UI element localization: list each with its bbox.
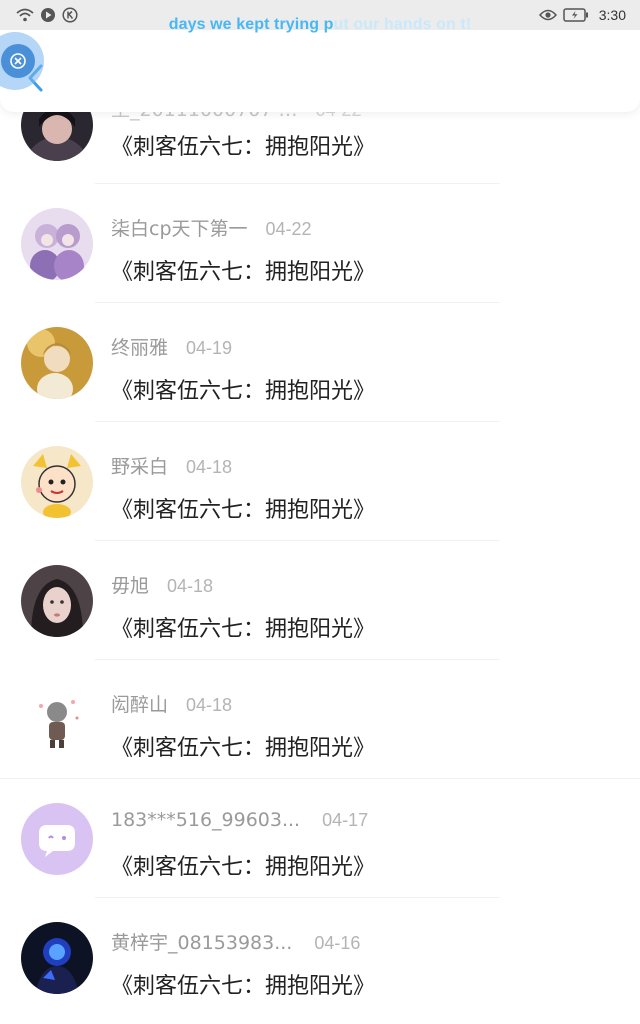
comment-title[interactable]: 《刺客伍六七：拥抱阳光》 [111,849,375,881]
comment-item[interactable]: 野采白 04-18 《刺客伍六七：拥抱阳光》 [0,422,640,541]
user-avatar[interactable] [21,327,93,399]
user-avatar[interactable] [21,208,93,280]
comment-item[interactable]: 柒白cp天下第一 04-22 《刺客伍六七：拥抱阳光》 [0,184,640,303]
username[interactable]: 终丽雅 [111,333,168,360]
floating-lyric: days we kept trying put our hands on t! [0,16,640,34]
comment-title[interactable]: 《刺客伍六七：拥抱阳光》 [111,968,375,1000]
username[interactable]: 野采白 [111,452,168,479]
username[interactable]: 183***516_99603... [111,809,300,831]
comment-date: 04-18 [167,576,214,596]
lyric-bright-text: days we kept trying p [168,16,334,33]
comment-date: 04-22 [265,219,312,239]
comment-title[interactable]: 《刺客伍六七：拥抱阳光》 [111,730,375,762]
user-avatar[interactable] [21,684,93,756]
comment-item[interactable]: 终丽雅 04-19 《刺客伍六七：拥抱阳光》 [0,303,640,422]
user-avatar[interactable] [21,803,93,875]
comment-title[interactable]: 《刺客伍六七：拥抱阳光》 [111,254,375,286]
close-circle-icon[interactable] [1,44,35,78]
comment-title[interactable]: 《刺客伍六七：拥抱阳光》 [111,611,375,643]
username[interactable]: 毋旭 [111,571,149,598]
comment-title[interactable]: 《刺客伍六七：拥抱阳光》 [111,373,375,405]
lyric-faded-text: ut our hands on t! [333,16,472,33]
comment-date: 04-19 [186,338,233,358]
comment-list[interactable]: 王_20111000707 … 04-22 《刺客伍六七：拥抱阳光》 [0,0,640,1024]
username[interactable]: 柒白cp天下第一 [111,214,248,241]
username[interactable]: 黄梓宇_08153983... [111,928,292,955]
user-avatar[interactable] [21,446,93,518]
comment-date: 04-18 [186,695,233,715]
comment-date: 04-16 [314,933,361,953]
comment-item[interactable]: 183***516_99603... 04-17 《刺客伍六七：拥抱阳光》 [0,779,640,898]
top-navigation-bar [0,30,640,112]
comment-date: 04-17 [322,810,369,830]
user-avatar[interactable] [21,565,93,637]
user-avatar[interactable] [21,922,93,994]
comment-title[interactable]: 《刺客伍六七：拥抱阳光》 [111,492,375,524]
comment-list-screen: 王_20111000707 … 04-22 《刺客伍六七：拥抱阳光》 [0,0,640,1024]
username[interactable]: 闳醉山 [111,690,168,717]
comment-item[interactable]: 毋旭 04-18 《刺客伍六七：拥抱阳光》 [0,541,640,660]
comment-item[interactable]: 闳醉山 04-18 《刺客伍六七：拥抱阳光》 [0,660,640,779]
comment-date: 04-18 [186,457,233,477]
comment-item[interactable]: 黄梓宇_08153983... 04-16 《刺客伍六七：拥抱阳光》 [0,898,640,1017]
comment-title[interactable]: 《刺客伍六七：拥抱阳光》 [111,129,375,161]
